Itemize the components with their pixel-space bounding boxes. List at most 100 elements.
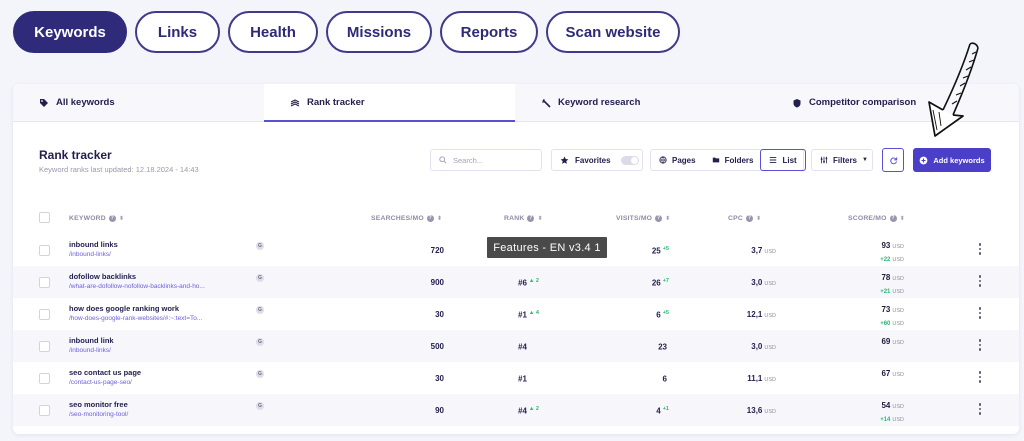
currency-label: USD [892, 417, 904, 423]
view-pages-button[interactable]: Pages [651, 150, 704, 170]
score-value: 67 [881, 369, 891, 378]
nav-missions[interactable]: Missions [326, 11, 432, 53]
cpc-cell: 3,0 USD [751, 278, 776, 287]
col-keyword[interactable]: KEYWORD ? ⬍ [69, 211, 124, 225]
row-menu-icon[interactable] [978, 403, 982, 415]
help-icon[interactable]: ? [889, 214, 897, 222]
help-icon[interactable]: ? [745, 214, 753, 222]
row-menu-icon[interactable] [978, 339, 982, 351]
col-searches-label: SEARCHES/MO [371, 214, 424, 222]
row-checkbox[interactable] [39, 277, 50, 288]
nav-reports[interactable]: Reports [440, 11, 538, 53]
currency-label: USD [764, 345, 776, 351]
add-keywords-button[interactable]: Add keywords [913, 148, 991, 172]
table-row[interactable]: seo monitor free/seo-monitoring-tool/G 90… [13, 394, 1019, 426]
visits-cell: 26 +7 [652, 278, 669, 288]
nav-scan-website[interactable]: Scan website [546, 11, 680, 53]
table-row[interactable]: dofollow backlinks/what-are-dofollow-nof… [13, 266, 1019, 298]
filters-label: Filters [833, 155, 858, 165]
search-placeholder: Search... [453, 155, 484, 165]
tab-rank-tracker[interactable]: Rank tracker [264, 84, 515, 122]
score-cell: 54 USD +14 USD [880, 401, 904, 425]
sort-icon[interactable]: ⬍ [537, 215, 542, 222]
search-input[interactable]: Search... [430, 149, 542, 171]
currency-label: USD [892, 340, 904, 346]
keyword-url-link[interactable]: /how-does-google-rank-websites/#:~:text=… [69, 315, 202, 322]
help-icon[interactable]: ? [108, 214, 116, 222]
nav-links[interactable]: Links [135, 11, 220, 53]
row-checkbox[interactable] [39, 341, 50, 352]
help-icon[interactable]: ? [655, 214, 663, 222]
table-row[interactable]: inbound link/inbound-links/G 500 #4 23 3,0 US… [13, 330, 1019, 362]
col-rank[interactable]: RANK ? ⬍ [504, 211, 543, 225]
sort-icon[interactable]: ⬍ [665, 215, 670, 222]
cpc-value: 12,1 [746, 310, 763, 319]
currency-label: USD [892, 404, 904, 410]
keyword-url-link[interactable]: /contact-us-page-seo/ [69, 379, 132, 386]
help-icon[interactable]: ? [426, 214, 434, 222]
add-keywords-label: Add keywords [933, 155, 985, 165]
rank-cell: #1 ▲ 4 [518, 310, 539, 320]
score-cell: 67 USD [881, 369, 904, 380]
select-all-checkbox[interactable] [39, 212, 50, 223]
view-list-label: List [782, 155, 797, 165]
row-menu-icon[interactable] [978, 371, 982, 383]
keyword-url-link[interactable]: /what-are-dofollow-nofollow-backlinks-an… [69, 283, 205, 290]
col-searches[interactable]: SEARCHES/MO ? ⬍ [371, 211, 442, 225]
keyword-text[interactable]: how does google ranking work [69, 304, 179, 313]
col-visits[interactable]: VISITS/MO ? ⬍ [616, 211, 670, 225]
keyword-text[interactable]: inbound links [69, 240, 118, 249]
chevron-down-icon: ▼ [862, 157, 868, 163]
col-cpc[interactable]: CPC ? ⬍ [728, 211, 761, 225]
keyword-url-link[interactable]: /seo-monitoring-tool/ [69, 411, 128, 418]
table-row[interactable]: seo contact us page/contact-us-page-seo/… [13, 362, 1019, 394]
google-icon: G [256, 370, 264, 378]
rank-delta: ▲ 2 [528, 278, 539, 284]
refresh-button[interactable] [882, 148, 904, 172]
keyword-url-link[interactable]: /inbound-links/ [69, 251, 111, 258]
nav-health[interactable]: Health [228, 11, 318, 53]
tab-keyword-research[interactable]: Keyword research [515, 84, 766, 121]
searches-value: 720 [430, 246, 444, 255]
row-menu-icon[interactable] [978, 307, 982, 319]
star-icon [560, 156, 569, 164]
favorites-switch[interactable] [620, 155, 639, 165]
keyword-text[interactable]: dofollow backlinks [69, 272, 136, 281]
rank-value: #6 [518, 278, 527, 288]
row-checkbox[interactable] [39, 373, 50, 384]
favorites-label: Favorites [575, 155, 611, 165]
help-icon[interactable]: ? [527, 214, 535, 222]
keyword-text[interactable]: inbound link [69, 336, 114, 345]
rank-cell: #4 [518, 342, 529, 352]
visits-delta: +1 [662, 406, 669, 412]
table-row[interactable]: how does google ranking work/how-does-go… [13, 298, 1019, 330]
keyword-text[interactable]: seo monitor free [69, 400, 128, 409]
view-folders-button[interactable]: Folders [704, 150, 762, 170]
sort-icon[interactable]: ⬍ [119, 215, 124, 222]
row-checkbox[interactable] [39, 405, 50, 416]
google-icon: G [256, 402, 264, 410]
magic-wand-icon [542, 98, 551, 108]
favorites-toggle[interactable]: Favorites [551, 149, 643, 171]
filters-dropdown[interactable]: Filters ▼ [811, 149, 873, 171]
stack-icon [290, 98, 300, 106]
row-menu-icon[interactable] [978, 243, 982, 255]
keyword-text[interactable]: seo contact us page [69, 368, 141, 377]
view-list-button[interactable]: List [760, 149, 806, 171]
google-icon: G [256, 274, 264, 282]
sort-icon[interactable]: ⬍ [756, 215, 761, 222]
row-checkbox[interactable] [39, 309, 50, 320]
row-checkbox[interactable] [39, 245, 50, 256]
keyword-url-link[interactable]: /inbound-links/ [69, 347, 111, 354]
rank-cell: #4 ▲ 2 [518, 406, 539, 416]
row-menu-icon[interactable] [978, 275, 982, 287]
tab-all-keywords[interactable]: All keywords [13, 84, 264, 121]
nav-keywords[interactable]: Keywords [13, 11, 127, 53]
refresh-icon [889, 156, 897, 164]
sort-icon[interactable]: ⬍ [900, 215, 905, 222]
col-score[interactable]: SCORE/MO ? ⬍ [848, 211, 905, 225]
cpc-cell: 12,1 USD [747, 310, 776, 319]
sort-icon[interactable]: ⬍ [437, 215, 442, 222]
score-value: 78 [881, 273, 891, 282]
globe-icon [659, 156, 667, 164]
